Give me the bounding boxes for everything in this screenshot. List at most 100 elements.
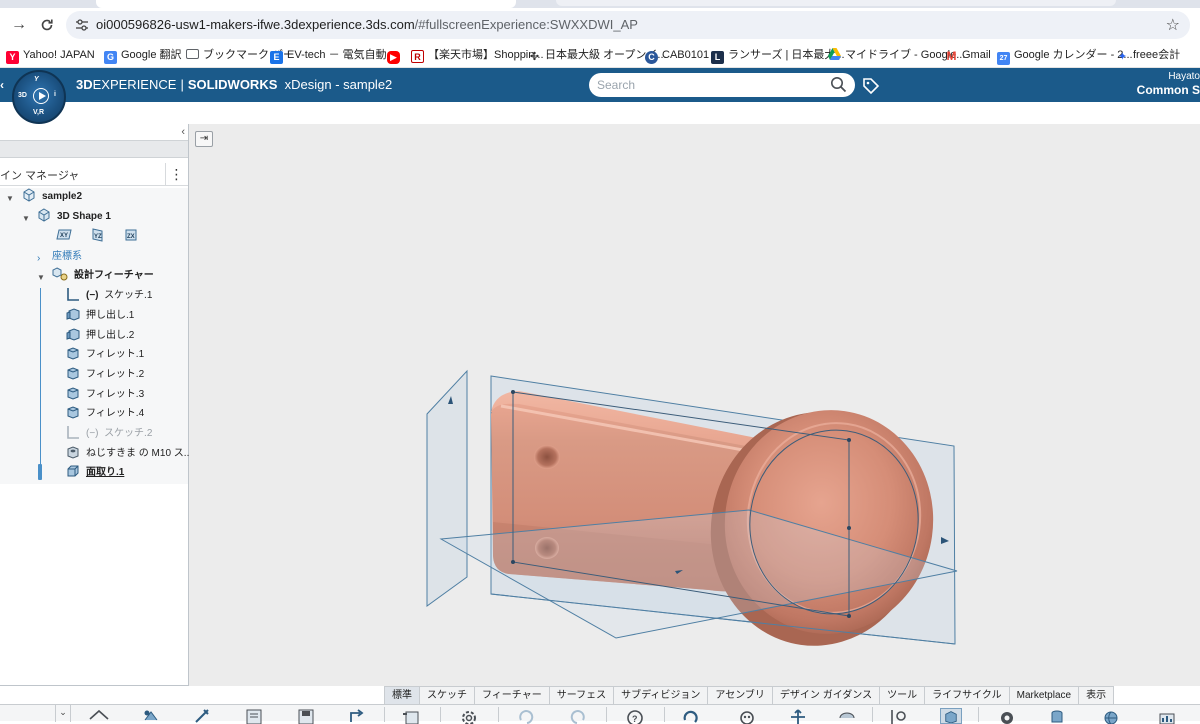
search-icon[interactable] bbox=[830, 76, 847, 93]
tree-selection-marker bbox=[38, 464, 42, 480]
collapse-panel-icon[interactable]: ‹ bbox=[181, 126, 185, 138]
expand-triangle-icon[interactable]: ▼ bbox=[22, 214, 30, 223]
forward-icon[interactable]: → bbox=[6, 12, 32, 38]
search-input[interactable] bbox=[597, 76, 822, 94]
document-icon[interactable] bbox=[243, 708, 265, 724]
tab-standard[interactable]: 標準 bbox=[384, 686, 420, 704]
more-options-icon[interactable]: ⋮ bbox=[165, 163, 187, 185]
view-cube-icon[interactable] bbox=[940, 708, 962, 724]
bar-chart-icon[interactable] bbox=[1156, 708, 1178, 724]
fillet-icon bbox=[67, 347, 79, 360]
bookmark-item[interactable]: L ランサーズ | 日本最大... bbox=[711, 47, 845, 64]
panel-header: イン マネージャ ⋮ bbox=[0, 162, 188, 186]
tree-node-zx-plane[interactable]: ZX bbox=[124, 228, 138, 246]
tab-sketch[interactable]: スケッチ bbox=[419, 686, 475, 704]
site-settings-icon[interactable] bbox=[75, 18, 89, 32]
measure-icon[interactable] bbox=[888, 708, 910, 724]
tree-node-sample2[interactable]: sample2 bbox=[22, 188, 82, 206]
tree-node-extrude-2[interactable]: 押し出し.2 bbox=[66, 327, 134, 345]
new-icon[interactable] bbox=[140, 708, 162, 724]
expand-triangle-icon[interactable]: ▼ bbox=[37, 273, 45, 282]
help-icon[interactable]: ? bbox=[624, 708, 646, 724]
sketch-icon bbox=[67, 288, 79, 301]
yz-plane-left[interactable] bbox=[426, 369, 468, 607]
url-text: oi000596826-usw1-makers-ifwe.3dexperienc… bbox=[96, 17, 638, 32]
tree-node-chamfer-1[interactable]: 面取り.1 bbox=[66, 464, 124, 482]
section-icon[interactable] bbox=[836, 708, 858, 724]
tab-marketplace[interactable]: Marketplace bbox=[1008, 686, 1080, 704]
tab-surface[interactable]: サーフェス bbox=[548, 686, 615, 704]
tree-node-sketch-1[interactable]: (−) スケッチ.1 bbox=[66, 287, 152, 305]
tree-node-fillet-2[interactable]: フィレット.2 bbox=[66, 366, 144, 384]
hole-upper bbox=[534, 445, 560, 469]
tree-node-xy-plane[interactable]: XY bbox=[56, 228, 72, 246]
tab-view[interactable]: 表示 bbox=[1078, 686, 1115, 704]
tag-icon[interactable] bbox=[862, 77, 880, 95]
bookmark-item[interactable]: Y Yahoo! JAPAN bbox=[6, 47, 95, 64]
gear-icon[interactable] bbox=[458, 708, 480, 724]
tree-node-hole[interactable]: ねじすきま の M10 ス... bbox=[66, 445, 192, 463]
chamfer-icon bbox=[67, 465, 79, 477]
toolbar-separator bbox=[978, 707, 979, 722]
move-icon[interactable] bbox=[787, 708, 809, 724]
browser-tab[interactable] bbox=[556, 0, 1116, 6]
globe-icon[interactable] bbox=[1100, 708, 1122, 724]
bookmark-item[interactable]: M Gmail bbox=[945, 47, 991, 63]
bookmark-item[interactable]: R 【楽天市場】Shoppin... bbox=[411, 47, 544, 63]
tree-node-design-features[interactable]: 設計フィーチャー bbox=[52, 267, 154, 285]
app-menu-icon[interactable]: ‹ bbox=[0, 78, 4, 92]
tree-node-coordinate-systems[interactable]: 座標系 bbox=[52, 248, 82, 266]
svg-text:YZ: YZ bbox=[94, 234, 102, 240]
undo-icon[interactable] bbox=[515, 708, 537, 724]
bookmark-item[interactable]: G Google 翻訳 bbox=[104, 47, 182, 64]
app-title: 3DEXPERIENCE | SOLIDWORKS xDesign - sample… bbox=[76, 77, 393, 92]
user-info[interactable]: Hayato Common S bbox=[1120, 71, 1200, 97]
url-field[interactable]: oi000596826-usw1-makers-ifwe.3dexperienc… bbox=[66, 11, 1190, 39]
tab-tools[interactable]: ツール bbox=[879, 686, 926, 704]
bookmark-item[interactable]: E EV-tech － 電気自動... bbox=[270, 47, 396, 64]
tab-lifecycle[interactable]: ライフサイクル bbox=[924, 686, 1010, 704]
tab-assembly[interactable]: アセンブリ bbox=[707, 686, 773, 704]
xy-plane-icon: XY bbox=[56, 229, 72, 240]
reload-icon[interactable] bbox=[34, 12, 60, 38]
bookmark-item[interactable]: 27 Google カレンダー - 2... bbox=[997, 47, 1133, 65]
calendar-icon: 27 bbox=[997, 52, 1010, 65]
expand-triangle-icon[interactable]: ▼ bbox=[6, 194, 14, 203]
share-icon[interactable] bbox=[346, 708, 368, 724]
bookmark-item[interactable]: ▶ bbox=[387, 47, 404, 64]
cylinder-icon[interactable] bbox=[1046, 708, 1068, 724]
bookmark-item[interactable]: C CAB0101 bbox=[645, 47, 709, 64]
home-icon[interactable] bbox=[88, 708, 110, 724]
toolbar-separator bbox=[498, 707, 499, 722]
toolbar-separator bbox=[384, 707, 385, 722]
fillet-icon bbox=[67, 406, 79, 419]
compass-icon[interactable]: Y 3D i V,R bbox=[12, 70, 66, 124]
tab-features[interactable]: フィーチャー bbox=[474, 686, 550, 704]
rotate-icon[interactable] bbox=[680, 708, 702, 724]
tree-node-yz-plane[interactable]: YZ bbox=[90, 228, 104, 246]
cab-icon: C bbox=[645, 51, 658, 64]
tree-node-sketch-2[interactable]: (−) スケッチ.2 bbox=[66, 425, 152, 443]
tree-node-fillet-1[interactable]: フィレット.1 bbox=[66, 346, 144, 364]
tree-node-3d-shape[interactable]: 3D Shape 1 bbox=[37, 208, 111, 226]
mate-icon[interactable] bbox=[736, 708, 758, 724]
bookmark-item[interactable]: ✦ freee会計 bbox=[1116, 47, 1180, 63]
hole-icon bbox=[67, 446, 79, 459]
tool-icon[interactable] bbox=[192, 708, 214, 724]
tree-node-extrude-1[interactable]: 押し出し.1 bbox=[66, 307, 134, 325]
redo-icon[interactable] bbox=[567, 708, 589, 724]
3d-model-scene[interactable] bbox=[189, 124, 1200, 686]
save-icon[interactable] bbox=[295, 708, 317, 724]
tab-subdivision[interactable]: サブディビジョン bbox=[613, 686, 709, 704]
tree-node-fillet-4[interactable]: フィレット.4 bbox=[66, 405, 144, 423]
bookmark-star-icon[interactable]: ☆ bbox=[1166, 15, 1180, 35]
appearance-icon[interactable] bbox=[996, 708, 1018, 724]
expand-toolbar-icon[interactable]: ⌄ bbox=[55, 705, 71, 722]
chevron-right-icon[interactable]: › bbox=[37, 253, 40, 264]
sketch-icon bbox=[67, 426, 79, 439]
tree-node-fillet-3[interactable]: フィレット.3 bbox=[66, 386, 144, 404]
tab-design-guidance[interactable]: デザイン ガイダンス bbox=[771, 686, 881, 704]
bookmarks-bar: Y Yahoo! JAPAN G Google 翻訳 ブックマーク バー E EV-t… bbox=[0, 42, 1200, 68]
paste-icon[interactable] bbox=[400, 708, 422, 724]
browser-active-tab[interactable] bbox=[96, 0, 516, 8]
